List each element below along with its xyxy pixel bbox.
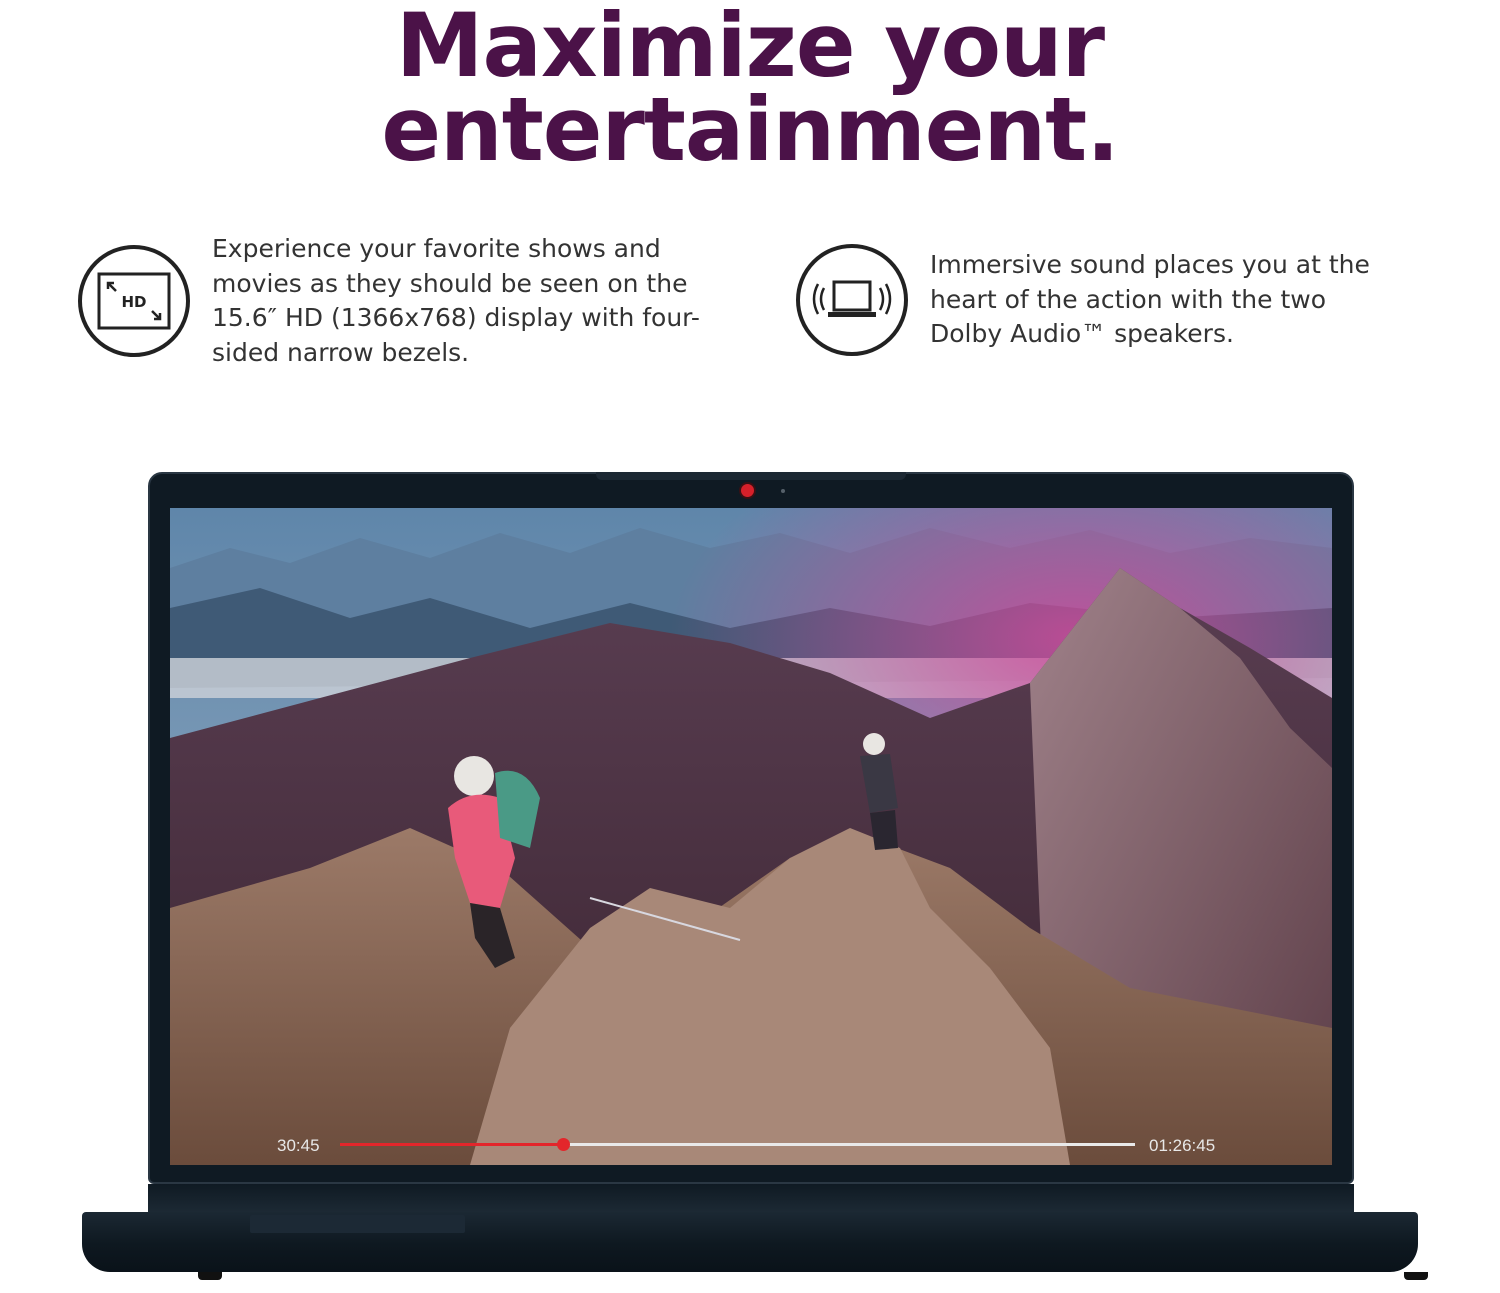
laptop-foot-right [1404,1272,1428,1280]
headline-line-1: Maximize your [395,0,1105,97]
video-elapsed-time: 30:45 [277,1136,320,1155]
video-total-time: 01:26:45 [1149,1136,1216,1155]
feature-audio: Immersive sound places you at the heart … [796,244,1370,356]
headline-line-2: entertainment. [381,78,1119,181]
webcam-icon [741,484,754,497]
feature-display-text: Experience your favorite shows and movie… [212,234,700,367]
hd-icon-label: HD [121,293,146,311]
video-seek-handle[interactable] [556,1138,570,1151]
mountain-scene-image [170,508,1332,1165]
video-seek-bar[interactable] [340,1138,1135,1151]
feature-audio-text: Immersive sound places you at the heart … [930,250,1370,349]
video-seek-progress [340,1143,563,1146]
hd-display-icon: HD [78,245,190,357]
laptop-hinge [148,1184,1354,1214]
webcam-bar [596,472,906,480]
laptop-foot-left [198,1272,222,1280]
headline: Maximize your entertainment. [0,0,1500,181]
laptop-speaker-icon [796,244,908,356]
laptop-screen-video[interactable] [170,508,1332,1165]
feature-display: HD Experience your favorite shows and mo… [78,232,752,370]
webcam-led-icon [781,489,785,493]
laptop-hinge-bar [250,1215,465,1233]
